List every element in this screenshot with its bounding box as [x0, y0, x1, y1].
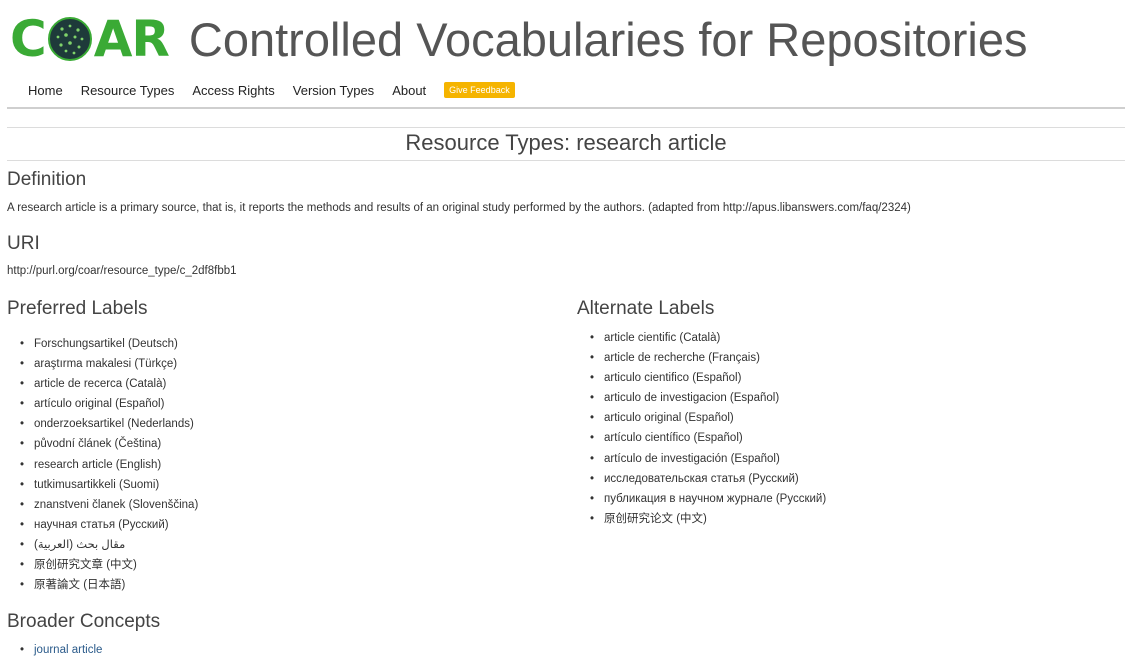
list-item: articulo de investigacion (Español): [578, 388, 826, 408]
list-item: journal article: [8, 640, 102, 660]
logo-text-ar: AR: [93, 10, 170, 68]
list-item: research article (English): [8, 455, 198, 475]
list-item: исследовательская статья (Русский): [578, 469, 826, 489]
list-item: article de recerca (Català): [8, 374, 198, 394]
list-item: artículo científico (Español): [578, 428, 826, 448]
page-title: Resource Types: research article: [405, 130, 727, 155]
uri-heading: URI: [7, 233, 40, 254]
coar-logo[interactable]: C AR: [10, 10, 170, 68]
list-item: Forschungsartikel (Deutsch): [8, 334, 198, 354]
preferred-labels-heading: Preferred Labels: [7, 298, 148, 319]
list-item: articulo cientifico (Español): [578, 368, 826, 388]
alternate-labels-list: article cientific (Català) article de re…: [578, 328, 826, 529]
list-item: artículo original (Español): [8, 394, 198, 414]
broader-concepts-list: journal article: [8, 640, 102, 660]
nav-home[interactable]: Home: [28, 83, 63, 98]
title-top-divider: [7, 127, 1125, 128]
list-item: 原著論文 (日本語): [8, 575, 198, 595]
title-bottom-divider: [7, 160, 1125, 161]
list-item: article de recherche (Français): [578, 348, 826, 368]
list-item: znanstveni članek (Slovenščina): [8, 495, 198, 515]
list-item: 原创研究文章 (中文): [8, 555, 198, 575]
site-header: C AR Controlled Vocabularies for Reposit…: [10, 8, 1028, 70]
list-item: artículo de investigación (Español): [578, 449, 826, 469]
list-item: научная статья (Русский): [8, 515, 198, 535]
list-item: 原创研究论文 (中文): [578, 509, 826, 529]
list-item: публикация в научном журнале (Русский): [578, 489, 826, 509]
nav-divider: [7, 107, 1125, 109]
list-item: مقال بحث (العربية): [8, 535, 198, 555]
logo-text-c: C: [10, 10, 47, 68]
broader-concept-link[interactable]: journal article: [34, 644, 102, 656]
list-item: articulo original (Español): [578, 408, 826, 428]
broader-concepts-heading: Broader Concepts: [7, 611, 161, 632]
nav-resource-types[interactable]: Resource Types: [81, 83, 175, 98]
globe-icon: [47, 17, 92, 61]
list-item: araştırma makalesi (Türkçe): [8, 354, 198, 374]
nav-about[interactable]: About: [392, 83, 426, 98]
definition-heading: Definition: [7, 169, 87, 190]
uri-value: http://purl.org/coar/resource_type/c_2df…: [7, 265, 237, 277]
nav-version-types[interactable]: Version Types: [293, 83, 374, 98]
main-nav: Home Resource Types Access Rights Versio…: [28, 82, 515, 98]
alternate-labels-heading: Alternate Labels: [577, 298, 715, 319]
nav-access-rights[interactable]: Access Rights: [192, 83, 274, 98]
list-item: původní článek (Čeština): [8, 434, 198, 454]
list-item: article cientific (Català): [578, 328, 826, 348]
give-feedback-button[interactable]: Give Feedback: [444, 82, 515, 98]
site-title: Controlled Vocabularies for Repositories: [188, 12, 1028, 66]
list-item: onderzoeksartikel (Nederlands): [8, 414, 198, 434]
list-item: tutkimusartikkeli (Suomi): [8, 475, 198, 495]
definition-text: A research article is a primary source, …: [7, 202, 911, 214]
preferred-labels-list: Forschungsartikel (Deutsch) araştırma ma…: [8, 334, 198, 595]
